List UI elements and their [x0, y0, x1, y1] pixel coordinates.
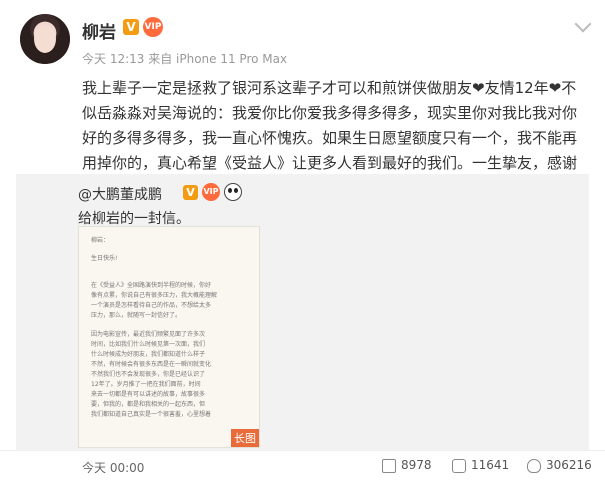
verified-badge-icon: V [123, 19, 139, 35]
letter-line: 12年了。岁月推了一把在我们面前，时间 [91, 381, 201, 388]
quoted-username[interactable]: @大鹏董成鹏 [78, 184, 162, 204]
chevron-down-icon[interactable] [574, 15, 592, 33]
letter-line: 来去一切都是有可以讲述的故事，故事很多 [91, 391, 206, 398]
letter-line: 在《受益人》全国路演快到半程的时候，你好 [91, 282, 212, 289]
like-icon [527, 458, 541, 473]
letter-line: 柳岩： [91, 237, 110, 244]
letter-line: 要，但我的，都是和我相关的一起东西，但 [91, 401, 206, 408]
panda-emoji-icon [224, 183, 242, 201]
letter-line: 不然我们也不会发现很多，你是已经认识了 [91, 371, 206, 378]
avatar[interactable] [20, 14, 70, 64]
like-count: 306216 [546, 458, 592, 472]
comment-button[interactable]: 11641 [452, 458, 509, 473]
post-username[interactable]: 柳岩 [82, 18, 116, 43]
letter-line: 不然，有时候会有很多东西是在一瞬间就变化 [91, 361, 212, 368]
quoted-vip-badge-icon: VIP [202, 183, 220, 201]
footer-time: 今天 00:00 [82, 461, 145, 475]
letter-line: 压力，那么，就随写一封信好了。 [91, 312, 182, 319]
post-footer: 今天 00:00 8978 11641 306216 [0, 450, 605, 483]
like-button[interactable]: 306216 [527, 458, 592, 473]
vip-badge-icon: VIP [143, 17, 163, 37]
quoted-text: 给柳岩的一封信。 [78, 211, 190, 227]
letter-line: 因为电影宣传，最近我们频繁见面了许多次 [91, 331, 206, 338]
post-meta: 今天 12:13 来自 iPhone 11 Pro Max [82, 52, 288, 66]
share-icon [382, 458, 396, 473]
letter-line: 时间，比如我们什么时候见第一次面，我们 [91, 341, 206, 348]
letter-line: 我们都知道自己真实是一个很害羞，心里想着 [91, 411, 212, 418]
long-image-tag: 长图 [231, 429, 259, 447]
quoted-post[interactable]: @大鹏董成鹏 V VIP 给柳岩的一封信。 柳岩： 生日快乐! 在《受益人》全国… [16, 174, 589, 450]
letter-image[interactable]: 柳岩： 生日快乐! 在《受益人》全国路演快到半程的时候，你好 像有点累，你说自己… [78, 226, 260, 448]
letter-line: 一个演员是怎样看待自己的作品，不想给太多 [91, 302, 212, 309]
letter-line: 像有点累，你说自己有很多压力，我大概能理解 [91, 292, 218, 299]
letter-line: 生日快乐! [91, 255, 118, 262]
avatar-face [34, 25, 56, 53]
weibo-post: 柳岩 V VIP 今天 12:13 来自 iPhone 11 Pro Max 我… [0, 0, 605, 483]
letter-line: 什么时候成为好朋友，我们都知道什么样子 [91, 351, 206, 358]
share-count: 8978 [401, 458, 432, 472]
share-button[interactable]: 8978 [382, 458, 432, 473]
comment-count: 11641 [471, 458, 510, 472]
comment-icon [452, 458, 466, 473]
quoted-verified-badge-icon: V [183, 185, 198, 200]
